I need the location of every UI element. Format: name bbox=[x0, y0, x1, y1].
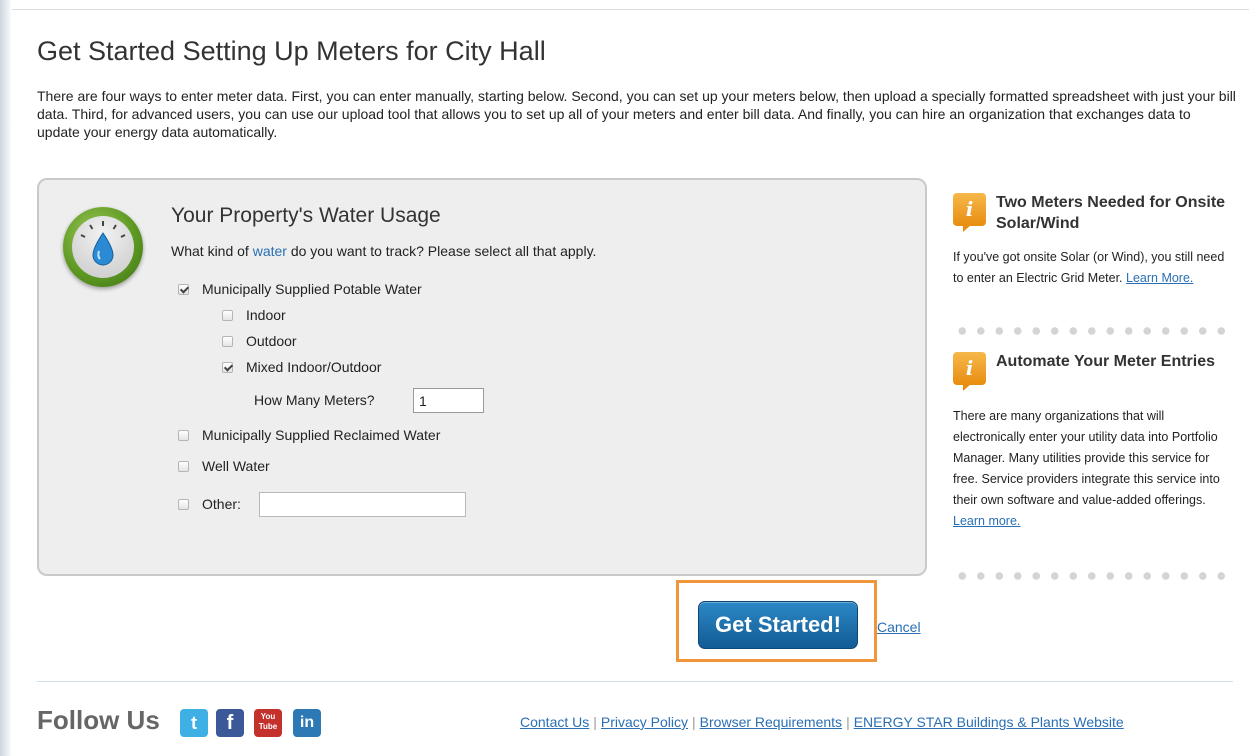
solar-tip-text: If you've got onsite Solar (or Wind), yo… bbox=[953, 247, 1231, 289]
follow-us-label: Follow Us bbox=[37, 705, 160, 735]
contact-us-link[interactable]: Contact Us bbox=[520, 714, 589, 730]
outdoor-label: Outdoor bbox=[246, 333, 297, 349]
option-mixed[interactable]: Mixed Indoor/Outdoor bbox=[222, 359, 381, 375]
browser-requirements-link[interactable]: Browser Requirements bbox=[700, 714, 842, 730]
linkedin-icon[interactable]: in bbox=[293, 709, 321, 737]
option-well-water[interactable]: Well Water bbox=[178, 458, 270, 474]
potable-water-checkbox[interactable] bbox=[178, 283, 189, 295]
mixed-label: Mixed Indoor/Outdoor bbox=[246, 359, 382, 375]
water-usage-panel bbox=[37, 178, 927, 576]
panel-heading: Your Property's Water Usage bbox=[171, 204, 441, 227]
meters-label: How Many Meters? bbox=[254, 392, 375, 408]
divider-dots bbox=[953, 327, 1233, 335]
other-input[interactable] bbox=[259, 492, 466, 517]
solar-learn-more-link[interactable]: Learn More. bbox=[1126, 271, 1193, 285]
twitter-icon[interactable]: t bbox=[180, 709, 208, 737]
indoor-label: Indoor bbox=[246, 307, 286, 323]
outdoor-checkbox[interactable] bbox=[222, 335, 233, 347]
automate-tip-title: Automate Your Meter Entries bbox=[996, 353, 1216, 370]
mixed-checkbox[interactable] bbox=[222, 361, 233, 373]
reclaimed-water-checkbox[interactable] bbox=[178, 429, 189, 441]
info-icon: i bbox=[953, 193, 986, 232]
privacy-policy-link[interactable]: Privacy Policy bbox=[601, 714, 688, 730]
automate-tip-text: There are many organizations that will e… bbox=[953, 406, 1231, 532]
water-type-question: What kind of water do you want to track?… bbox=[171, 243, 596, 259]
question-suffix: do you want to track? Please select all … bbox=[290, 243, 597, 259]
question-prefix: What kind of bbox=[171, 243, 249, 259]
other-label: Other: bbox=[202, 496, 241, 512]
divider-dots bbox=[953, 572, 1233, 580]
page-title: Get Started Setting Up Meters for City H… bbox=[37, 36, 546, 66]
water-link[interactable]: water bbox=[253, 243, 287, 259]
footer-divider bbox=[37, 681, 1233, 682]
well-water-label: Well Water bbox=[202, 458, 270, 474]
other-checkbox[interactable] bbox=[178, 498, 189, 510]
indoor-checkbox[interactable] bbox=[222, 309, 233, 321]
footer-links: Contact Us | Privacy Policy | Browser Requir… bbox=[520, 714, 1124, 730]
cancel-link[interactable]: Cancel bbox=[877, 619, 921, 635]
facebook-icon[interactable]: f bbox=[216, 709, 244, 737]
info-icon: i bbox=[953, 352, 986, 391]
well-water-checkbox[interactable] bbox=[178, 460, 189, 472]
automate-learn-more-link[interactable]: Learn more. bbox=[953, 514, 1020, 528]
potable-water-label: Municipally Supplied Potable Water bbox=[202, 281, 422, 297]
left-border bbox=[0, 0, 12, 756]
option-indoor[interactable]: Indoor bbox=[222, 307, 286, 323]
top-divider bbox=[12, 9, 1249, 10]
water-meter-icon bbox=[63, 207, 143, 287]
option-outdoor[interactable]: Outdoor bbox=[222, 333, 297, 349]
option-reclaimed-water[interactable]: Municipally Supplied Reclaimed Water bbox=[178, 427, 440, 443]
reclaimed-water-label: Municipally Supplied Reclaimed Water bbox=[202, 427, 441, 443]
option-other[interactable]: Other: bbox=[178, 496, 241, 512]
option-potable-water[interactable]: Municipally Supplied Potable Water bbox=[178, 281, 422, 297]
youtube-icon[interactable]: You Tube bbox=[254, 709, 282, 737]
solar-tip-title: Two Meters Needed for Onsite Solar/Wind bbox=[996, 194, 1226, 232]
automate-tip-body: There are many organizations that will e… bbox=[953, 409, 1220, 507]
meters-count-input[interactable] bbox=[413, 388, 484, 413]
intro-text: There are four ways to enter meter data.… bbox=[37, 88, 1236, 140]
energy-star-website-link[interactable]: ENERGY STAR Buildings & Plants Website bbox=[854, 714, 1124, 730]
get-started-button[interactable]: Get Started! bbox=[698, 601, 858, 649]
